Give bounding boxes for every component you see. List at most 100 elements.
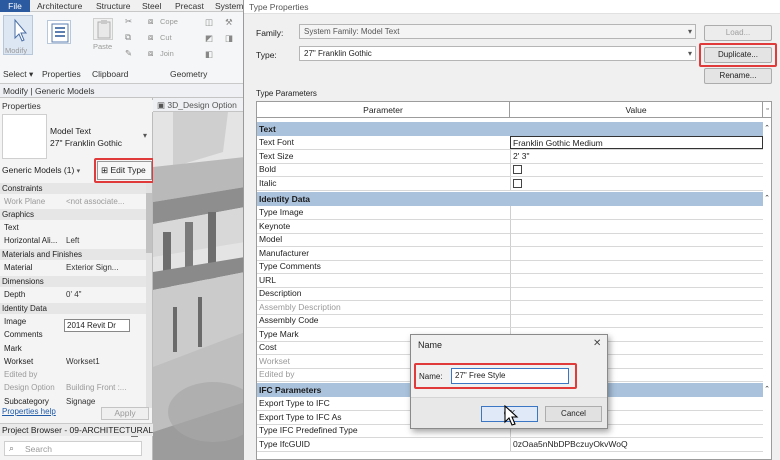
ribbon-panel: Modify Paste ✂ ⧉ ✎ ⧈ Cope ⧈ Cut ⧈ Join ◫… <box>0 12 245 84</box>
cope-label: Cope <box>160 17 178 26</box>
split-face-icon[interactable]: ◧ <box>205 49 213 60</box>
param-type-ifcguid[interactable]: Type IfcGUID 0zOaa5nNbDPBczuyOkvWoQ <box>257 438 763 452</box>
copy-icon[interactable]: ⧉ <box>125 32 131 43</box>
family-label: Family: <box>256 28 284 38</box>
cancel-button[interactable]: Cancel <box>545 406 602 422</box>
prop-depth: Depth 0' 4" <box>4 290 82 299</box>
properties-scrollbar[interactable] <box>146 183 152 408</box>
wall-join-icon[interactable]: ◫ <box>205 17 213 28</box>
param-bold[interactable]: Bold <box>257 163 763 177</box>
param-text-font[interactable]: Text Font Franklin Gothic Medium <box>257 136 763 150</box>
cursor-arrow-icon <box>14 18 28 42</box>
prop-mark: Mark <box>4 344 22 353</box>
match-icon[interactable]: ✎ <box>125 48 132 59</box>
parameter-column-header[interactable]: Parameter <box>257 102 510 118</box>
properties-scrollbar-thumb[interactable] <box>146 193 152 253</box>
param-url[interactable]: URL <box>257 274 763 288</box>
tab-steel[interactable]: Steel <box>142 0 161 12</box>
tab-precast[interactable]: Precast <box>175 0 204 12</box>
section-constraints[interactable]: Constraints <box>0 183 146 194</box>
prop-work-plane: Work Plane <not associate... <box>4 197 125 206</box>
type-selector-dropdown-icon[interactable]: ▾ <box>143 131 147 140</box>
tab-system[interactable]: System <box>215 0 243 12</box>
properties-help-link[interactable]: Properties help <box>2 407 56 416</box>
section-materials[interactable]: Materials and Finishes <box>0 249 146 260</box>
param-text-size[interactable]: Text Size 2' 3" <box>257 150 763 164</box>
section-graphics[interactable]: Graphics <box>0 209 146 220</box>
tab-file[interactable]: File <box>0 0 30 12</box>
select-panel-label[interactable]: Select ▾ <box>3 69 33 80</box>
family-select[interactable]: System Family: Model Text ▾ <box>299 24 696 39</box>
paste-icon[interactable] <box>93 18 113 40</box>
param-model[interactable]: Model <box>257 233 763 247</box>
prop-material: Material Exterior Sign... <box>4 263 119 272</box>
prop-edited-by: Edited by <box>4 370 38 379</box>
param-keynote[interactable]: Keynote <box>257 220 763 234</box>
cope-icon[interactable]: ⧈ <box>148 16 153 27</box>
type-family-name: Model Text <box>50 126 91 136</box>
context-bar: Modify | Generic Models <box>0 84 245 98</box>
apply-button[interactable]: Apply <box>101 407 149 420</box>
type-select[interactable]: 27" Franklin Gothic ▾ <box>299 46 696 61</box>
section-identity[interactable]: Identity Data <box>0 303 146 314</box>
prop-image: Image <box>4 317 27 326</box>
param-italic[interactable]: Italic <box>257 177 763 191</box>
clipboard-panel-label: Clipboard <box>92 69 129 79</box>
project-browser-search[interactable]: ⌕ Search <box>4 441 142 456</box>
paste-label: Paste <box>93 42 113 51</box>
param-type-image[interactable]: Type Image <box>257 206 763 220</box>
name-dialog-title: Name <box>418 340 443 350</box>
demolish-icon[interactable]: ⚒ <box>225 17 233 28</box>
param-manufacturer[interactable]: Manufacturer <box>257 247 763 261</box>
3d-view-icon: ▣ <box>157 100 166 110</box>
prop-text: Text <box>4 223 19 232</box>
building-model-render <box>153 112 245 460</box>
chevron-down-icon: ▾ <box>687 27 692 36</box>
geometry-panel-label: Geometry <box>170 69 208 79</box>
properties-title: Properties <box>0 100 153 112</box>
name-dialog: Name ✕ Name: 27" Free Style OK Cancel <box>410 334 608 429</box>
cut-icon[interactable]: ✂ <box>125 16 132 27</box>
name-input-highlight <box>414 363 577 389</box>
collapse-identity-icon[interactable]: ⌃ <box>763 194 771 204</box>
type-name: 27" Franklin Gothic <box>50 138 122 148</box>
prop-workset: Workset Workset1 <box>4 357 100 366</box>
param-type-comments[interactable]: Type Comments <box>257 260 763 274</box>
bold-checkbox[interactable] <box>513 165 522 174</box>
properties-tool-icon[interactable] <box>47 20 71 44</box>
prop-comments: Comments <box>4 330 43 339</box>
type-label: Type: <box>256 50 277 60</box>
param-description[interactable]: Description <box>257 287 763 301</box>
remove-paint-icon[interactable]: ◨ <box>225 33 233 44</box>
join-icon[interactable]: ⧈ <box>148 48 153 59</box>
rename-button[interactable]: Rename... <box>704 68 772 84</box>
close-icon[interactable]: ✕ <box>593 338 601 349</box>
3d-view-canvas[interactable]: ▣ 3D_Design Option <box>153 98 245 460</box>
properties-palette: Properties Model Text 27" Franklin Gothi… <box>0 98 154 460</box>
paint-icon[interactable]: ◩ <box>205 33 213 44</box>
type-preview-image <box>2 114 47 159</box>
cut-geometry-label: Cut <box>160 33 172 42</box>
category-filter[interactable]: Generic Models (1) ▾ <box>2 165 80 175</box>
group-identity-data[interactable]: Identity Data <box>257 192 763 206</box>
param-assembly-code[interactable]: Assembly Code <box>257 314 763 328</box>
value-column-header[interactable]: Value <box>510 102 763 118</box>
search-placeholder: Search <box>25 444 52 454</box>
view-tab[interactable]: ▣ 3D_Design Option <box>153 98 245 112</box>
group-text[interactable]: Text <box>257 122 763 136</box>
load-button[interactable]: Load... <box>704 25 772 41</box>
text-font-input[interactable]: Franklin Gothic Medium <box>510 136 763 149</box>
italic-checkbox[interactable] <box>513 179 522 188</box>
edit-type-highlight <box>94 158 154 183</box>
mouse-pointer-icon <box>504 405 519 426</box>
collapse-ifc-icon[interactable]: ⌃ <box>763 385 771 395</box>
prop-horizontal-align: Horizontal Ali... Left <box>4 236 80 245</box>
collapse-text-icon[interactable]: ⌃ <box>763 124 771 134</box>
section-dimensions[interactable]: Dimensions <box>0 276 146 287</box>
tab-structure[interactable]: Structure <box>96 0 131 12</box>
cut-geometry-icon[interactable]: ⧈ <box>148 32 153 43</box>
tab-architecture[interactable]: Architecture <box>37 0 82 12</box>
type-parameters-label: Type Parameters <box>256 89 317 98</box>
project-browser-title: Project Browser - 09-ARCHITECTURAL_... <box>0 423 153 436</box>
prop-design-option: Design Option Building Front :... <box>4 383 127 392</box>
